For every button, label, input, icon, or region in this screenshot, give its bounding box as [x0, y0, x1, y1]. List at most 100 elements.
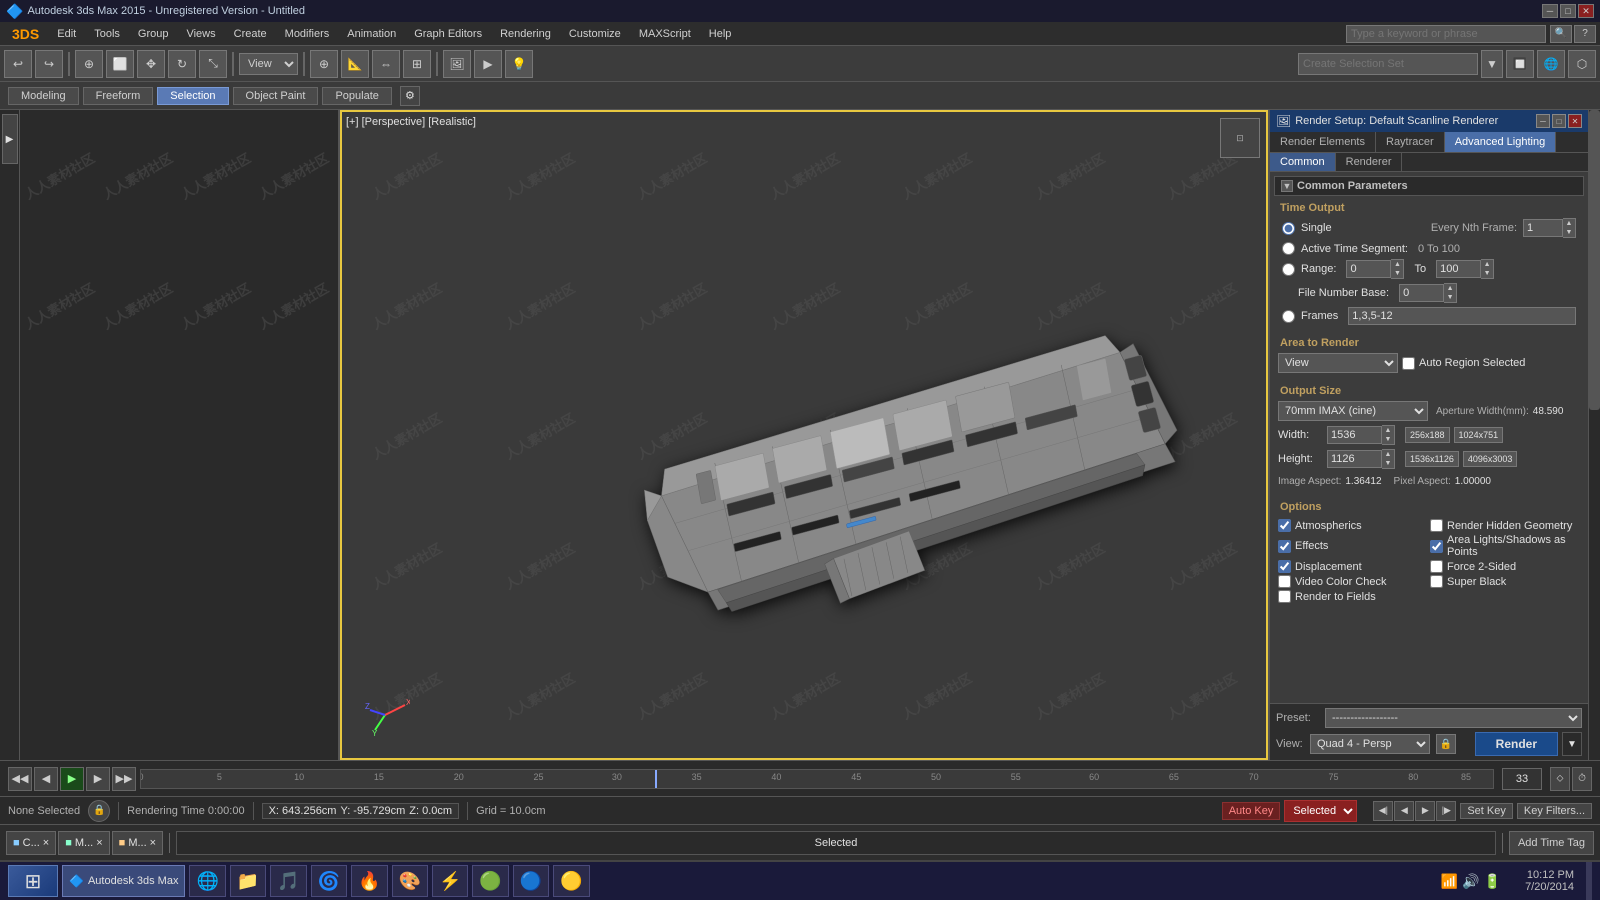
tab-options-btn[interactable]: ⚙	[400, 86, 420, 106]
taskbar-media[interactable]: 🎵	[270, 865, 306, 897]
show-desktop-btn[interactable]	[1586, 862, 1592, 900]
frames-input[interactable]	[1348, 307, 1576, 325]
play-fwd-btn[interactable]: ▶	[1415, 801, 1435, 821]
modify-tab2[interactable]: ■ M... ×	[112, 831, 163, 855]
menu-create[interactable]: Create	[226, 26, 275, 42]
render-large-btn[interactable]: 🔲	[1506, 50, 1534, 78]
render-btn[interactable]: ▶	[474, 50, 502, 78]
video-color-checkbox[interactable]	[1278, 575, 1291, 588]
every-nth-input[interactable]	[1523, 219, 1563, 237]
width-spinbox[interactable]: ▲ ▼	[1327, 425, 1395, 445]
view-dropdown[interactable]: View World Local	[239, 53, 298, 75]
next-frame-btn[interactable]: ▶▶	[112, 767, 136, 791]
render-setup-btn[interactable]: 🖼	[443, 50, 471, 78]
range-to-up[interactable]: ▲	[1481, 260, 1493, 269]
every-nth-spinbox[interactable]: ▲ ▼	[1523, 218, 1576, 238]
range-from-down[interactable]: ▼	[1391, 269, 1403, 278]
taskbar-app1[interactable]: 🌀	[311, 865, 347, 897]
menu-tools[interactable]: Tools	[86, 26, 128, 42]
tray-network[interactable]: 📶	[1441, 873, 1458, 890]
selection-filters-btn[interactable]: ▼	[1481, 50, 1503, 78]
render-panel-maximize[interactable]: □	[1552, 114, 1566, 128]
menu-modifiers[interactable]: Modifiers	[277, 26, 338, 42]
select-region-tool[interactable]: ⬜	[106, 50, 134, 78]
material-editor-btn[interactable]: ⬡	[1568, 50, 1596, 78]
area-to-render-select[interactable]: View Region Blowup Crop	[1278, 353, 1398, 373]
height-input[interactable]	[1327, 450, 1382, 468]
render-panel-close[interactable]: ✕	[1568, 114, 1582, 128]
taskbar-app6[interactable]: 🟡	[553, 865, 589, 897]
tab-object-paint[interactable]: Object Paint	[233, 87, 319, 105]
minimize-button[interactable]: ─	[1542, 4, 1558, 18]
render-panel-minimize[interactable]: ─	[1536, 114, 1550, 128]
nav-cube[interactable]: ⊡	[1220, 118, 1260, 158]
displacement-checkbox[interactable]	[1278, 560, 1291, 573]
width-up[interactable]: ▲	[1382, 426, 1394, 435]
tab-render-elements[interactable]: Render Elements	[1270, 132, 1376, 152]
render-dropdown-btn[interactable]: ▼	[1562, 732, 1582, 756]
frames-radio[interactable]	[1282, 310, 1295, 323]
menu-graph-editors[interactable]: Graph Editors	[406, 26, 490, 42]
height-spinbox[interactable]: ▲ ▼	[1327, 449, 1395, 469]
maximize-button[interactable]: □	[1560, 4, 1576, 18]
width-down[interactable]: ▼	[1382, 435, 1394, 444]
menu-maxscript[interactable]: MAXScript	[631, 26, 699, 42]
range-from-up[interactable]: ▲	[1391, 260, 1403, 269]
range-to-down[interactable]: ▼	[1481, 269, 1493, 278]
mirror-tool[interactable]: ⇔	[372, 50, 400, 78]
key-mode-btn[interactable]: ⬦	[1550, 767, 1570, 791]
move-tool[interactable]: ✥	[137, 50, 165, 78]
prev-1-btn[interactable]: ◀	[34, 767, 58, 791]
taskbar-clock[interactable]: 10:12 PM 7/20/2014	[1517, 869, 1582, 893]
preset-4096[interactable]: 4096x3003	[1463, 451, 1518, 467]
file-number-up[interactable]: ▲	[1444, 284, 1456, 293]
align-tool[interactable]: ⊞	[403, 50, 431, 78]
every-nth-up[interactable]: ▲	[1563, 219, 1575, 228]
autokey-select[interactable]: Selected All	[1284, 800, 1357, 822]
taskbar-app2[interactable]: 🔥	[351, 865, 387, 897]
atmospherics-checkbox[interactable]	[1278, 519, 1291, 532]
range-from-input[interactable]	[1346, 260, 1391, 278]
every-nth-down[interactable]: ▼	[1563, 228, 1575, 237]
timeline-ruler[interactable]: 0 5 10 15 20 25 30 35 40 45 50 55 60 65 …	[140, 769, 1494, 789]
range-to-input[interactable]	[1436, 260, 1481, 278]
render-hidden-checkbox[interactable]	[1430, 519, 1443, 532]
selection-lock-btn[interactable]: 🔒	[88, 800, 110, 822]
force-2sided-checkbox[interactable]	[1430, 560, 1443, 573]
super-black-checkbox[interactable]	[1430, 575, 1443, 588]
menu-customize[interactable]: Customize	[561, 26, 629, 42]
tab-raytracer[interactable]: Raytracer	[1376, 132, 1445, 152]
set-key-btn[interactable]: Set Key	[1460, 803, 1513, 819]
next-key-btn[interactable]: |▶	[1436, 801, 1456, 821]
tab-modeling[interactable]: Modeling	[8, 87, 79, 105]
start-button[interactable]: ⊞	[8, 865, 58, 897]
render-final-btn[interactable]: Render	[1475, 732, 1558, 756]
left-strip-handle[interactable]: ▶	[2, 114, 18, 164]
play-btn[interactable]: ▶	[60, 767, 84, 791]
subtab-renderer[interactable]: Renderer	[1336, 153, 1403, 171]
preset-1024[interactable]: 1024x751	[1454, 427, 1504, 443]
next-1-btn[interactable]: ▶	[86, 767, 110, 791]
rotate-tool[interactable]: ↻	[168, 50, 196, 78]
play-back-btn[interactable]: ◀	[1394, 801, 1414, 821]
tray-volume[interactable]: 🔊	[1462, 873, 1479, 890]
scrollbar-thumb[interactable]	[1589, 110, 1600, 410]
search-button[interactable]: 🔍	[1550, 25, 1572, 43]
environment-btn[interactable]: 🌐	[1537, 50, 1565, 78]
range-to-spinbox[interactable]: ▲ ▼	[1436, 259, 1494, 279]
file-number-down[interactable]: ▼	[1444, 293, 1456, 302]
scale-tool[interactable]: ⤡	[199, 50, 227, 78]
select-tool[interactable]: ⊕	[75, 50, 103, 78]
autokey-btn[interactable]: Auto Key	[1222, 802, 1281, 820]
modify-tab1[interactable]: ■ M... ×	[58, 831, 109, 855]
render-fields-checkbox[interactable]	[1278, 590, 1291, 603]
taskbar-app5[interactable]: 🔵	[513, 865, 549, 897]
menu-rendering[interactable]: Rendering	[492, 26, 559, 42]
prev-frame-btn[interactable]: ◀◀	[8, 767, 32, 791]
tab-populate[interactable]: Populate	[322, 87, 391, 105]
taskbar-app4[interactable]: 🟢	[472, 865, 508, 897]
tab-freeform[interactable]: Freeform	[83, 87, 154, 105]
search-input[interactable]	[1346, 25, 1546, 43]
active-shade-btn[interactable]: 💡	[505, 50, 533, 78]
height-up[interactable]: ▲	[1382, 450, 1394, 459]
